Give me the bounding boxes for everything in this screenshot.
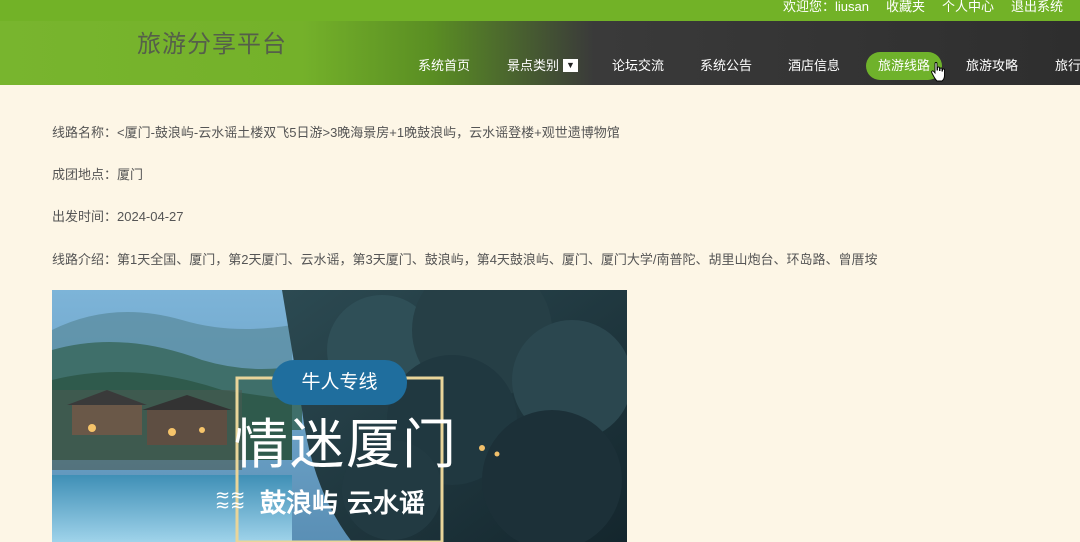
route-photo: 牛人专线 情迷厦门 ≈≈ ≈≈ 鼓浪屿 云水谣	[52, 290, 627, 542]
main-nav: 系统首页 景点类别 ▼ 论坛交流 系统公告 酒店信息 旅游线路 旅游攻略 旅行	[0, 49, 1080, 85]
hand-cursor-icon	[931, 62, 945, 82]
departure-time: 出发时间：2024-04-27	[52, 209, 184, 224]
nav-scenic-category[interactable]: 景点类别 ▼	[495, 52, 590, 80]
group-location: 成团地点：厦门	[52, 167, 144, 182]
welcome-text: 欢迎您：liusan	[782, 0, 869, 14]
profile-link[interactable]: 个人中心	[942, 0, 994, 21]
photo-badge: 牛人专线	[301, 371, 378, 393]
site-header: 欢迎您：liusan 收藏夹 个人中心 退出系统 旅游分享平台 系统首页 景点类…	[0, 0, 1080, 85]
nav-forum[interactable]: 论坛交流	[600, 52, 676, 80]
photo-title: 情迷厦门	[234, 413, 458, 476]
user-links: 欢迎您：liusan 收藏夹 个人中心 退出系统	[783, 0, 1080, 21]
route-intro: 线路介绍：第1天全国、厦门，第2天厦门、云水谣，第3天厦门、鼓浪屿，第4天鼓浪屿…	[52, 252, 878, 267]
nav-home[interactable]: 系统首页	[406, 52, 482, 80]
chevron-down-icon[interactable]: ▼	[563, 59, 579, 73]
nav-hotels[interactable]: 酒店信息	[776, 52, 852, 80]
nav-scenic-category-label: 景点类别	[507, 58, 560, 73]
nav-announcements[interactable]: 系统公告	[688, 52, 764, 80]
wave-icon: ≈≈ ≈≈	[215, 485, 246, 516]
top-bar: 欢迎您：liusan 收藏夹 个人中心 退出系统	[0, 0, 1080, 21]
photo-subtitle: 鼓浪屿 云水谣	[260, 489, 426, 519]
nav-travel[interactable]: 旅行	[1043, 52, 1080, 80]
nav-travel-guides[interactable]: 旅游攻略	[954, 52, 1030, 80]
favorites-link[interactable]: 收藏夹	[886, 0, 925, 21]
logout-link[interactable]: 退出系统	[1011, 0, 1063, 21]
route-name: 线路名称：<厦门-鼓浪屿-云水谣土楼双飞5日游>3晚海景房+1晚鼓浪屿，云水谣登…	[52, 125, 620, 140]
